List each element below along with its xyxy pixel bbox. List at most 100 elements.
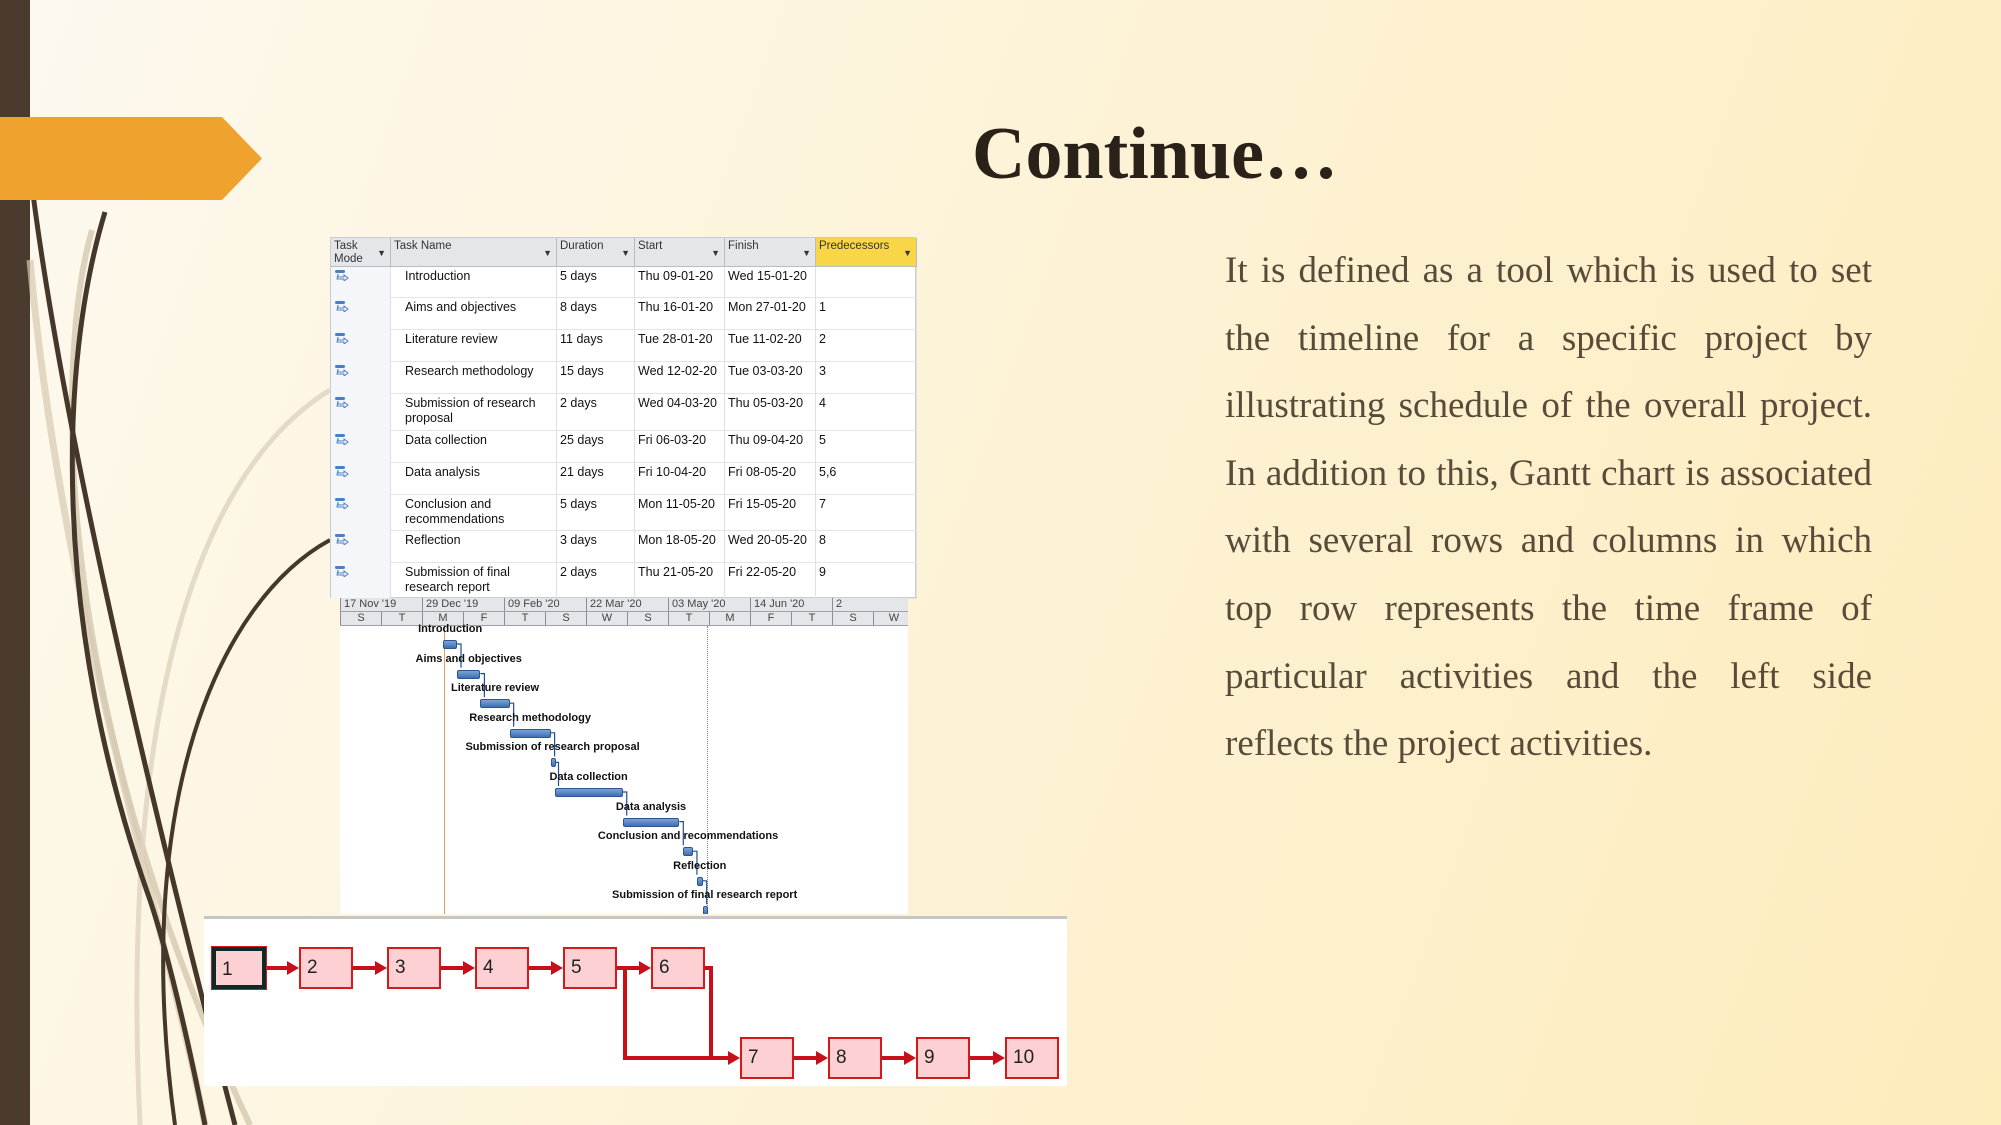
column-header-predecessors[interactable]: Predecessors ▼ [816, 238, 917, 267]
task-finish-cell[interactable]: Tue 11-02-20 [725, 330, 816, 362]
duration-text: 2 days [560, 396, 597, 410]
task-task-name-cell[interactable]: Introduction [391, 267, 557, 298]
gantt-task-bar[interactable] [457, 669, 481, 679]
task-predecessors-cell[interactable]: 5,6 [816, 463, 917, 495]
dropdown-arrow-icon[interactable]: ▼ [377, 247, 386, 260]
task-predecessors-cell[interactable]: 8 [816, 531, 917, 563]
task-start-cell[interactable]: Thu 09-01-20 [635, 267, 725, 298]
task-mode-cell[interactable] [331, 298, 391, 330]
task-duration-cell[interactable]: 5 days [557, 267, 635, 298]
column-header-start[interactable]: Start ▼ [635, 238, 725, 267]
finish-text: Mon 27-01-20 [728, 300, 806, 314]
dropdown-arrow-icon[interactable]: ▼ [543, 247, 552, 260]
task-start-cell[interactable]: Wed 04-03-20 [635, 394, 725, 431]
task-duration-cell[interactable]: 2 days [557, 563, 635, 599]
task-finish-cell[interactable]: Mon 27-01-20 [725, 298, 816, 330]
task-mode-cell[interactable] [331, 463, 391, 495]
task-predecessors-cell[interactable]: 1 [816, 298, 917, 330]
task-task-name-cell[interactable]: Submission of research proposal [391, 394, 557, 431]
dropdown-arrow-icon[interactable]: ▼ [621, 247, 630, 260]
task-task-name-cell[interactable]: Reflection [391, 531, 557, 563]
task-duration-cell[interactable]: 11 days [557, 330, 635, 362]
task-predecessors-cell[interactable]: 3 [816, 362, 917, 394]
task-duration-cell[interactable]: 2 days [557, 394, 635, 431]
start-text: Mon 18-05-20 [638, 533, 716, 547]
finish-text: Fri 15-05-20 [728, 497, 797, 511]
task-finish-cell[interactable]: Fri 08-05-20 [725, 463, 816, 495]
task-mode-cell[interactable] [331, 431, 391, 463]
task-start-cell[interactable]: Thu 21-05-20 [635, 563, 725, 599]
network-node[interactable]: 9 [916, 1037, 970, 1079]
task-predecessors-cell[interactable]: 4 [816, 394, 917, 431]
task-task-name-cell[interactable]: Literature review [391, 330, 557, 362]
task-task-name-cell[interactable]: Research methodology [391, 362, 557, 394]
task-start-cell[interactable]: Mon 11-05-20 [635, 495, 725, 531]
task-duration-cell[interactable]: 25 days [557, 431, 635, 463]
task-predecessors-cell[interactable] [816, 267, 917, 298]
task-start-cell[interactable]: Mon 18-05-20 [635, 531, 725, 563]
task-predecessors-cell[interactable]: 2 [816, 330, 917, 362]
task-finish-cell[interactable]: Fri 15-05-20 [725, 495, 816, 531]
task-mode-cell[interactable] [331, 531, 391, 563]
task-start-cell[interactable]: Thu 16-01-20 [635, 298, 725, 330]
task-finish-cell[interactable]: Fri 22-05-20 [725, 563, 816, 599]
task-predecessors-cell[interactable]: 5 [816, 431, 917, 463]
task-duration-cell[interactable]: 8 days [557, 298, 635, 330]
column-header-task-mode[interactable]: Task Mode ▼ [331, 238, 391, 267]
dropdown-arrow-icon[interactable]: ▼ [903, 247, 912, 260]
task-duration-cell[interactable]: 3 days [557, 531, 635, 563]
task-predecessors-cell[interactable]: 9 [816, 563, 917, 599]
task-mode-cell[interactable] [331, 267, 391, 298]
network-node[interactable]: 10 [1005, 1037, 1059, 1079]
gantt-task-bar[interactable] [683, 847, 693, 857]
task-finish-cell[interactable]: Thu 05-03-20 [725, 394, 816, 431]
network-node[interactable]: 1 [211, 946, 267, 990]
gantt-task-bar[interactable] [696, 876, 703, 886]
gantt-task-bar[interactable] [622, 817, 680, 827]
task-task-name-cell[interactable]: Aims and objectives [391, 298, 557, 330]
task-finish-cell[interactable]: Thu 09-04-20 [725, 431, 816, 463]
task-predecessors-cell[interactable]: 7 [816, 495, 917, 531]
network-node[interactable]: 3 [387, 947, 441, 989]
column-header-finish[interactable]: Finish ▼ [725, 238, 816, 267]
task-finish-cell[interactable]: Tue 03-03-20 [725, 362, 816, 394]
task-finish-cell[interactable]: Wed 15-01-20 [725, 267, 816, 298]
gantt-task-bar[interactable] [554, 788, 623, 797]
network-node[interactable]: 7 [740, 1037, 794, 1079]
task-finish-cell[interactable]: Wed 20-05-20 [725, 531, 816, 563]
task-mode-cell[interactable] [331, 394, 391, 431]
task-duration-cell[interactable]: 15 days [557, 362, 635, 394]
task-start-cell[interactable]: Fri 10-04-20 [635, 463, 725, 495]
network-node[interactable]: 5 [563, 947, 617, 989]
dropdown-arrow-icon[interactable]: ▼ [802, 247, 811, 260]
task-task-name-cell[interactable]: Conclusion and recommendations [391, 495, 557, 531]
task-start-cell[interactable]: Tue 28-01-20 [635, 330, 725, 362]
gantt-task-label: Literature review [450, 682, 540, 695]
network-node[interactable]: 2 [299, 947, 353, 989]
column-header-task-name[interactable]: Task Name ▼ [391, 238, 557, 267]
task-task-name-cell[interactable]: Data analysis [391, 463, 557, 495]
gantt-task-bar[interactable] [509, 728, 551, 738]
task-mode-cell[interactable] [331, 563, 391, 599]
dropdown-arrow-icon[interactable]: ▼ [711, 247, 720, 260]
task-start-cell[interactable]: Fri 06-03-20 [635, 431, 725, 463]
column-header-label: Start [638, 240, 663, 252]
gantt-task-bar[interactable] [480, 699, 510, 709]
task-duration-cell[interactable]: 21 days [557, 463, 635, 495]
gantt-task-bar[interactable] [443, 640, 457, 649]
column-header-duration[interactable]: Duration ▼ [557, 238, 635, 267]
task-duration-cell[interactable]: 5 days [557, 495, 635, 531]
gantt-task-bar[interactable] [702, 906, 708, 914]
network-node[interactable]: 4 [475, 947, 529, 989]
task-task-name-cell[interactable]: Data collection [391, 431, 557, 463]
task-mode-cell[interactable] [331, 495, 391, 531]
task-mode-cell[interactable] [331, 330, 391, 362]
task-start-cell[interactable]: Wed 12-02-20 [635, 362, 725, 394]
gantt-task-bar[interactable] [550, 758, 556, 768]
task-task-name-cell[interactable]: Submission of final research report [391, 563, 557, 599]
gantt-dependency-links [457, 643, 708, 905]
network-node[interactable]: 6 [651, 947, 705, 989]
arrowhead-icon [816, 1051, 828, 1065]
task-mode-cell[interactable] [331, 362, 391, 394]
network-node[interactable]: 8 [828, 1037, 882, 1079]
